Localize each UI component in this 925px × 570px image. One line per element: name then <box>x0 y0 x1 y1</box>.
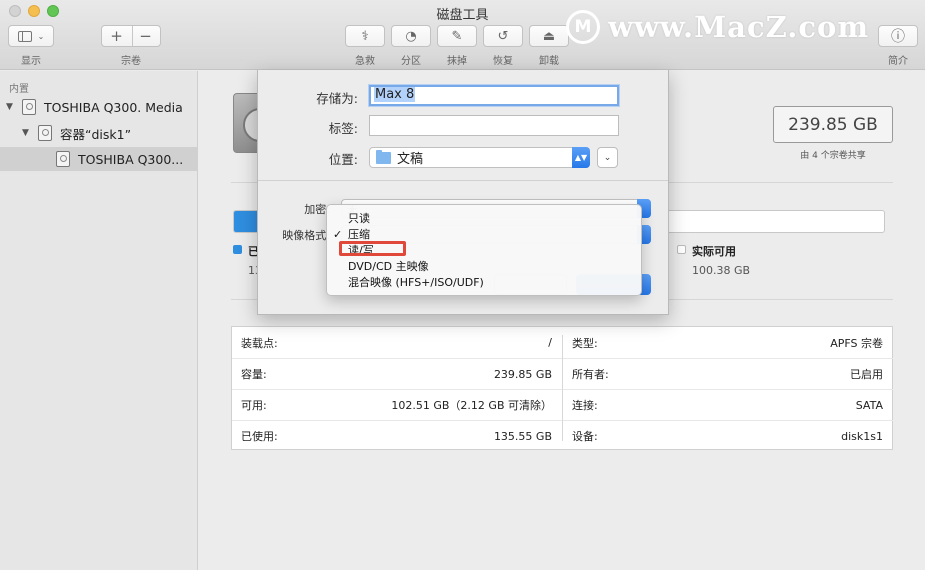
free-legend-swatch <box>677 245 686 254</box>
info-key: 已使用: <box>241 430 278 443</box>
first-aid-label: 急救 <box>355 56 375 67</box>
chevron-down-icon: ⌄ <box>37 31 45 41</box>
watermark: M www.MacZ.com <box>566 10 869 44</box>
watermark-text: www.MacZ.com <box>608 10 870 44</box>
checkmark-icon: ✓ <box>333 227 343 241</box>
image-format-label: 映像格式: <box>282 229 330 242</box>
info-row-connection: 连接: SATA <box>563 389 893 420</box>
erase-button[interactable]: ✎ <box>437 25 477 47</box>
restore-label: 恢复 <box>493 56 513 67</box>
info-key: 装载点: <box>241 336 278 350</box>
capacity-shared-note: 由 4 个宗卷共享 <box>800 151 866 161</box>
save-as-input-value: Max 8 <box>374 87 416 102</box>
hard-disk-icon <box>38 125 52 141</box>
chevron-down-icon: ⌄ <box>603 152 612 163</box>
unmount-label: 卸载 <box>539 56 559 67</box>
toolbar: 磁盘工具 ⌄ 显示 + − 宗卷 ⚕ 急救 ◔ 分区 ✎ 抹掉 ↺ 恢复 ⏏ 卸… <box>0 0 925 70</box>
sidebar-item-disk[interactable]: ▼ TOSHIBA Q300. Media <box>0 95 198 119</box>
popup-arrows-icon: ▲▼ <box>572 147 590 168</box>
watermark-logo-icon: M <box>566 10 600 44</box>
add-volume-button[interactable]: + <box>102 27 131 45</box>
info-value: APFS 宗卷 <box>830 336 883 350</box>
remove-volume-button[interactable]: − <box>131 27 160 45</box>
dialog-divider <box>258 180 668 181</box>
info-row-type: 类型: APFS 宗卷 <box>563 327 893 358</box>
folder-icon <box>376 149 391 164</box>
info-key: 所有者: <box>572 368 609 381</box>
restore-button[interactable]: ↺ <box>483 25 523 47</box>
volume-info-table: 装载点: / 容量: 239.85 GB 可用: 102.51 GB（2.12 … <box>231 326 893 450</box>
menu-item-read-only[interactable]: 只读 <box>327 210 641 226</box>
info-value: 102.51 GB（2.12 GB 可清除） <box>391 399 552 412</box>
menu-item-hybrid-image[interactable]: 混合映像 (HFS+/ISO/UDF) <box>327 274 641 290</box>
location-popup[interactable]: 文稿 ▲▼ <box>369 147 590 168</box>
volume-segmented-control: + − <box>101 25 161 47</box>
hard-disk-icon <box>56 151 70 167</box>
info-value: SATA <box>855 398 883 412</box>
menu-item-label: 只读 <box>348 212 370 225</box>
view-button[interactable]: ⌄ <box>8 25 54 47</box>
location-popup-value: 文稿 <box>397 152 424 167</box>
view-label: 显示 <box>21 56 41 67</box>
hard-disk-icon <box>22 99 36 115</box>
partition-label: 分区 <box>401 56 421 67</box>
disclosure-triangle-icon[interactable]: ▼ <box>6 102 16 112</box>
highlight-annotation <box>339 241 406 256</box>
disclosure-triangle-icon[interactable]: ▼ <box>22 128 32 138</box>
first-aid-button[interactable]: ⚕ <box>345 25 385 47</box>
info-value: / <box>548 336 552 349</box>
info-row-device: 设备: disk1s1 <box>563 420 893 451</box>
info-key: 可用: <box>241 399 267 412</box>
save-as-label: 存储为: <box>316 91 358 106</box>
info-row-mount-point: 装载点: / <box>232 327 562 358</box>
sidebar-item-label: TOSHIBA Q300... <box>78 151 184 167</box>
menu-item-label: 混合映像 (HFS+/ISO/UDF) <box>348 276 484 289</box>
info-row-available: 可用: 102.51 GB（2.12 GB 可清除） <box>232 389 562 420</box>
capacity-badge: 239.85 GB <box>773 106 893 143</box>
sidebar: 内置 ▼ TOSHIBA Q300. Media ▼ 容器“disk1” TOS… <box>0 71 198 570</box>
info-button[interactable]: ⓘ <box>878 25 918 47</box>
menu-item-compressed[interactable]: ✓ 压缩 <box>327 226 641 242</box>
info-row-owners: 所有者: 已启用 <box>563 358 893 389</box>
partition-button[interactable]: ◔ <box>391 25 431 47</box>
restore-icon: ↺ <box>497 28 509 44</box>
erase-label: 抹掉 <box>447 56 467 67</box>
expand-browser-button[interactable]: ⌄ <box>597 147 618 168</box>
info-value: disk1s1 <box>841 429 883 443</box>
menu-item-label: DVD/CD 主映像 <box>348 260 429 273</box>
unmount-button[interactable]: ⏏ <box>529 25 569 47</box>
encryption-label: 加密: <box>304 203 330 216</box>
partition-icon: ◔ <box>405 28 417 44</box>
sidebar-icon <box>17 30 32 42</box>
location-label: 位置: <box>328 152 358 167</box>
info-value: 135.55 GB <box>493 429 552 443</box>
info-key: 连接: <box>572 399 598 412</box>
tags-input[interactable] <box>369 115 619 136</box>
used-legend-swatch <box>233 245 242 254</box>
sidebar-section-internal: 内置 <box>9 84 29 95</box>
info-value: 已启用 <box>850 368 883 381</box>
info-row-capacity: 容量: 239.85 GB <box>232 358 562 389</box>
free-legend-label: 实际可用 <box>692 245 736 258</box>
sidebar-item-label: TOSHIBA Q300. Media <box>44 99 183 115</box>
save-as-input[interactable]: Max 8 <box>369 85 619 106</box>
unmount-icon: ⏏ <box>542 28 556 44</box>
info-row-used: 已使用: 135.55 GB <box>232 420 562 451</box>
erase-icon: ✎ <box>451 28 463 44</box>
free-legend-value: 100.38 GB <box>692 264 751 277</box>
menu-item-label: 压缩 <box>348 228 370 241</box>
info-key: 类型: <box>572 336 598 350</box>
info-label: 简介 <box>888 56 908 67</box>
info-value: 239.85 GB <box>493 367 552 381</box>
sidebar-item-label: 容器“disk1” <box>60 126 132 142</box>
sidebar-item-container[interactable]: ▼ 容器“disk1” <box>0 121 198 145</box>
volume-label: 宗卷 <box>121 56 141 67</box>
info-icon: ⓘ <box>891 29 905 45</box>
stethoscope-icon: ⚕ <box>361 28 369 44</box>
info-key: 设备: <box>572 430 598 443</box>
menu-item-dvd-cd-master[interactable]: DVD/CD 主映像 <box>327 258 641 274</box>
info-key: 容量: <box>241 368 267 381</box>
tags-label: 标签: <box>328 121 358 136</box>
sidebar-item-volume[interactable]: TOSHIBA Q300... <box>0 147 198 171</box>
